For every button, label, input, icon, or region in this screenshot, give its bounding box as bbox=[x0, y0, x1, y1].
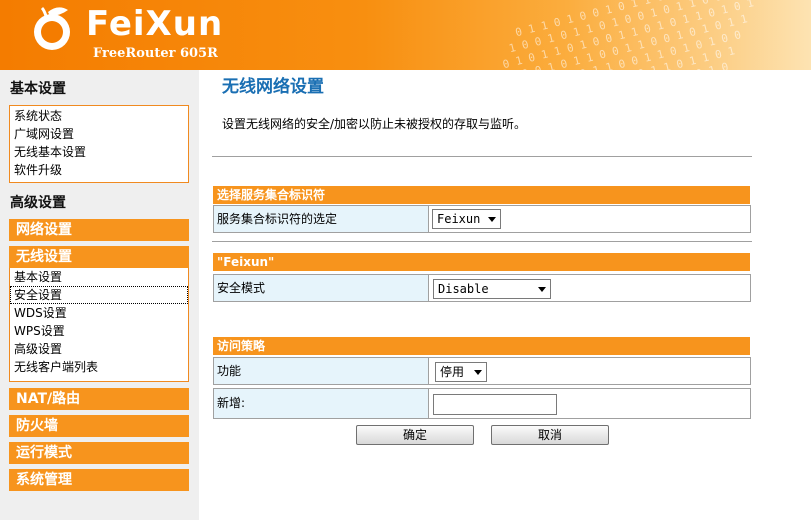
advanced-settings-title: 高级设置 bbox=[10, 195, 66, 211]
ssid-select[interactable]: Feixun bbox=[432, 209, 501, 229]
page-description: 设置无线网络的安全/加密以防止未被授权的存取与监听。 bbox=[222, 117, 527, 131]
sidebar-item-wds-settings[interactable]: WDS设置 bbox=[10, 304, 188, 322]
page-title: 无线网络设置 bbox=[222, 77, 324, 97]
function-select-value: 停用 bbox=[440, 365, 465, 379]
new-entry-input[interactable] bbox=[433, 394, 557, 415]
security-section-header: "Feixun" bbox=[213, 253, 750, 271]
divider bbox=[212, 241, 752, 242]
chevron-down-icon bbox=[538, 287, 546, 292]
security-mode-label: 安全模式 bbox=[214, 275, 429, 301]
security-mode-value: Disable bbox=[438, 282, 489, 296]
chevron-down-icon bbox=[488, 217, 496, 222]
cancel-button[interactable]: 取消 bbox=[491, 425, 609, 445]
model-name: FreeRouter 605R bbox=[93, 46, 218, 61]
basic-settings-title: 基本设置 bbox=[10, 81, 66, 97]
brand-name: FeiXun bbox=[86, 4, 224, 44]
sidebar-item-security-settings[interactable]: 安全设置 bbox=[10, 286, 188, 304]
sidebar-item-system-status[interactable]: 系统状态 bbox=[10, 107, 188, 125]
new-entry-row: 新增: bbox=[213, 388, 751, 419]
sidebar-item-wireless-basic[interactable]: 无线基本设置 bbox=[10, 143, 188, 161]
sidebar-item-wan-settings[interactable]: 广域网设置 bbox=[10, 125, 188, 143]
security-mode-row: 安全模式 Disable bbox=[213, 274, 751, 302]
sidebar-category-system[interactable]: 系统管理 bbox=[9, 469, 189, 491]
sidebar-item-wireless-basic-settings[interactable]: 基本设置 bbox=[10, 268, 188, 286]
ok-button[interactable]: 确定 bbox=[356, 425, 474, 445]
new-entry-label: 新增: bbox=[214, 389, 429, 418]
basic-settings-menu: 系统状态 广域网设置 无线基本设置 软件升级 bbox=[9, 105, 189, 183]
chevron-down-icon bbox=[474, 370, 482, 375]
wireless-submenu: 基本设置 安全设置 WDS设置 WPS设置 高级设置 无线客户端列表 bbox=[9, 268, 189, 382]
binary-decoration-icon: 0 1 1 0 1 0 0 1 0 1 1 0 1 0 0 1 1 0 0 1 … bbox=[500, 0, 768, 70]
ssid-label: 服务集合标识符的选定 bbox=[214, 206, 429, 232]
sidebar-category-wireless[interactable]: 无线设置 bbox=[9, 246, 189, 268]
ssid-row: 服务集合标识符的选定 Feixun bbox=[213, 205, 751, 233]
function-label: 功能 bbox=[214, 358, 429, 384]
sidebar-item-advanced-settings[interactable]: 高级设置 bbox=[10, 340, 188, 358]
sidebar: 基本设置 系统状态 广域网设置 无线基本设置 软件升级 高级设置 网络设置 无线… bbox=[0, 70, 199, 520]
header-banner: FeiXun FreeRouter 605R 0 1 1 0 1 0 0 1 0… bbox=[0, 0, 811, 70]
sidebar-category-firewall[interactable]: 防火墙 bbox=[9, 415, 189, 437]
divider bbox=[212, 156, 752, 157]
sidebar-item-firmware-upgrade[interactable]: 软件升级 bbox=[10, 161, 188, 179]
function-row: 功能 停用 bbox=[213, 357, 751, 385]
orange-logo-icon bbox=[34, 6, 70, 50]
function-select[interactable]: 停用 bbox=[435, 362, 487, 382]
access-policy-section-header: 访问策略 bbox=[213, 337, 750, 355]
sidebar-category-network[interactable]: 网络设置 bbox=[9, 219, 189, 241]
sidebar-category-mode[interactable]: 运行模式 bbox=[9, 442, 189, 464]
sidebar-category-nat[interactable]: NAT/路由 bbox=[9, 388, 189, 410]
ssid-select-value: Feixun bbox=[437, 212, 481, 226]
sidebar-item-wps-settings[interactable]: WPS设置 bbox=[10, 322, 188, 340]
sidebar-item-client-list[interactable]: 无线客户端列表 bbox=[10, 358, 188, 376]
ssid-section-header: 选择服务集合标识符 bbox=[213, 186, 750, 204]
security-mode-select[interactable]: Disable bbox=[433, 279, 551, 299]
